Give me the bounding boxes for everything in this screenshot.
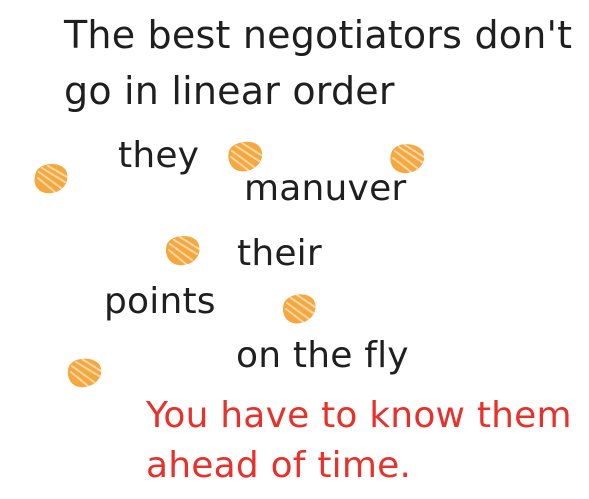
orange-blob-icon xyxy=(67,358,102,388)
orange-blob-icon xyxy=(165,235,200,266)
word-on-the-fly: on the fly xyxy=(236,335,409,376)
orange-blob-icon xyxy=(228,141,263,172)
orange-blob-icon xyxy=(390,144,425,174)
conclusion-line-1: You have to know them xyxy=(146,395,572,436)
word-manuver: manuver xyxy=(244,168,407,209)
word-they: they xyxy=(118,135,200,176)
heading-line-2: go in linear order xyxy=(64,69,395,113)
heading-line-1: The best negotiators don't xyxy=(64,13,573,57)
conclusion-line-2: ahead of time. xyxy=(146,445,412,486)
word-points: points xyxy=(104,281,216,322)
orange-blob-icon xyxy=(282,294,316,324)
word-their: their xyxy=(237,233,322,274)
orange-blob-icon xyxy=(34,163,68,194)
